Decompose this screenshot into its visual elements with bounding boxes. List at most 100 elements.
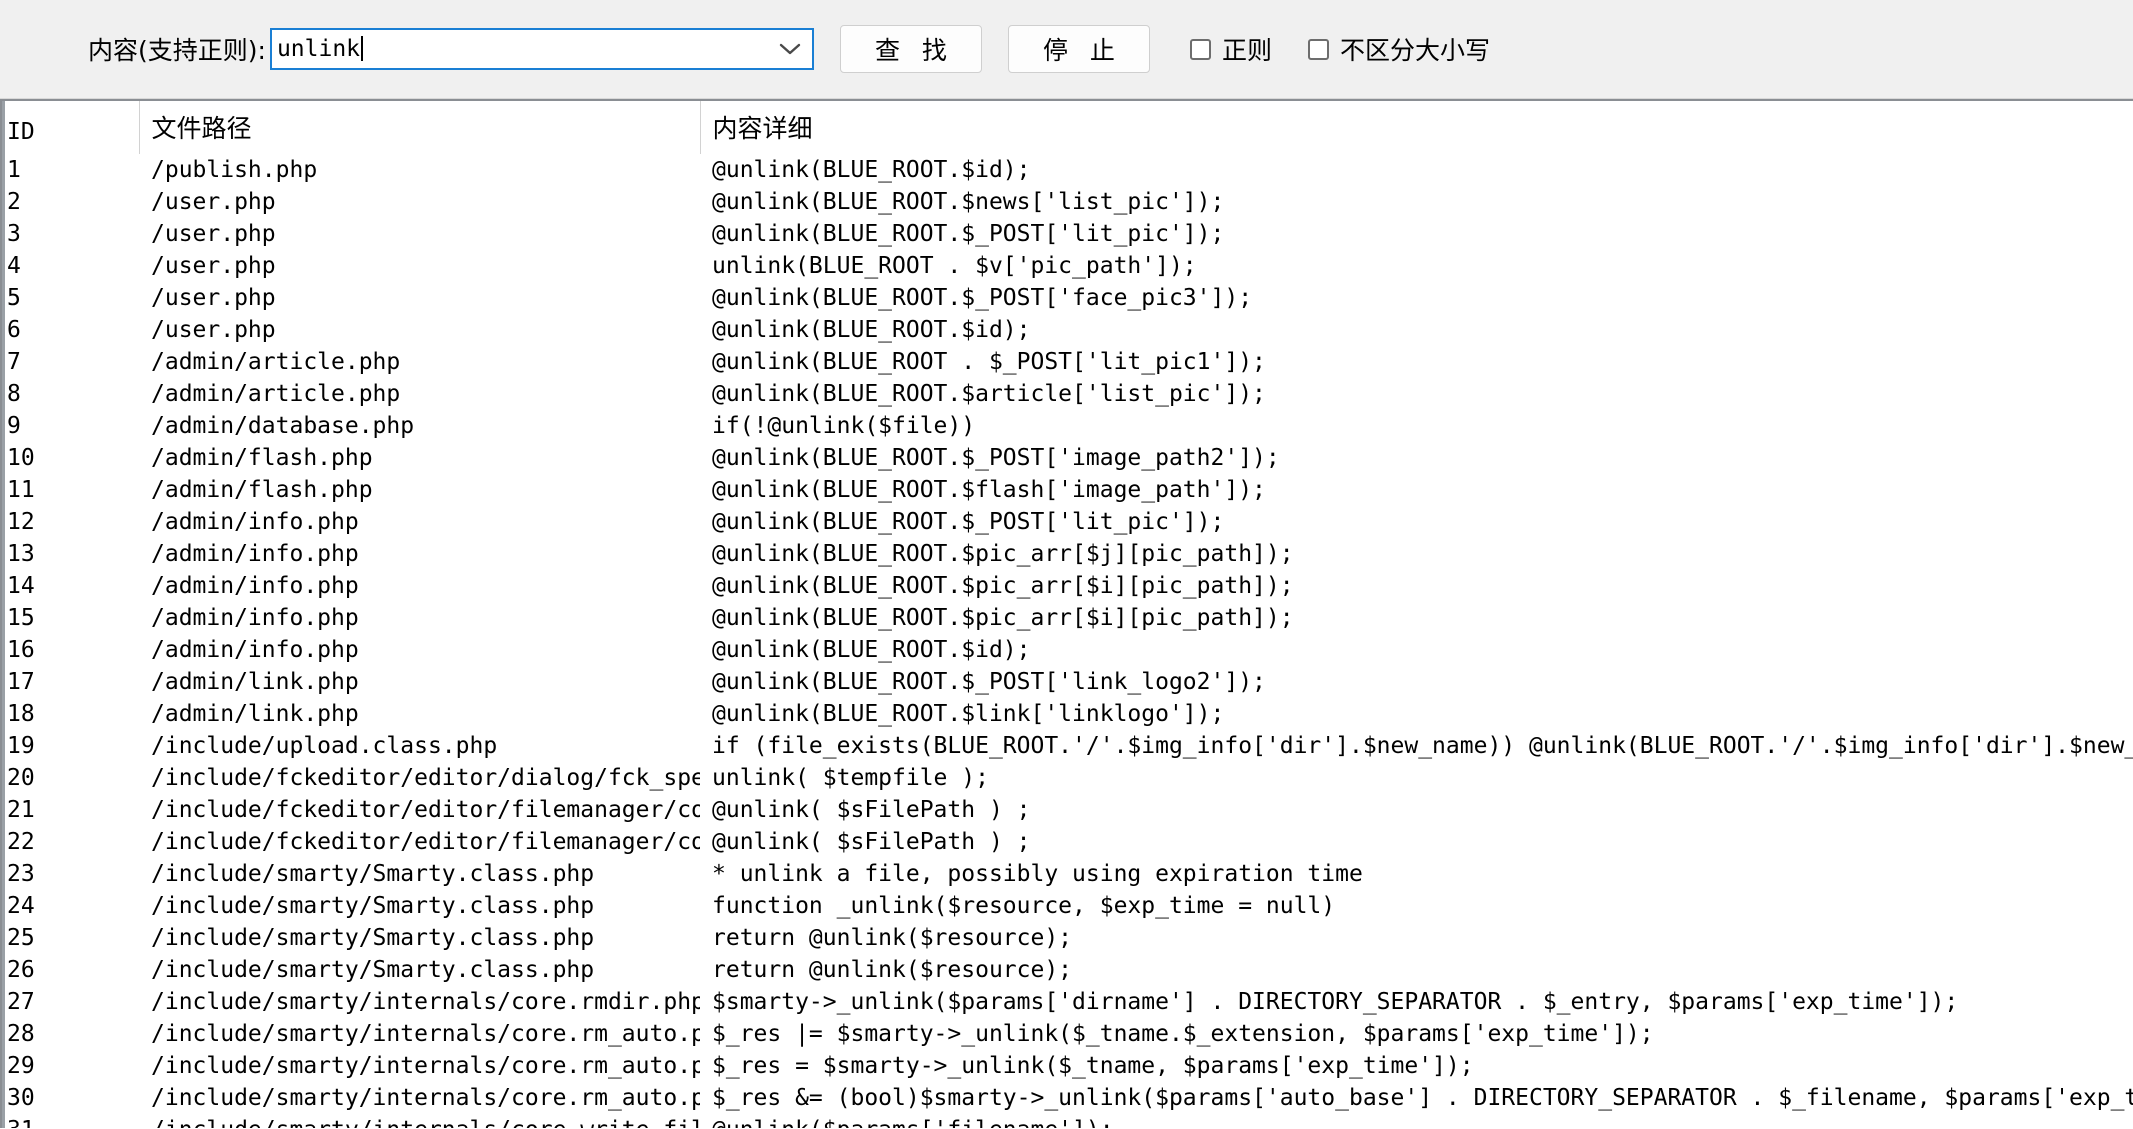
cell-id: 4 <box>7 253 21 279</box>
table-row[interactable]: 4/user.php unlink(BLUE_ROOT . $v['pic_pat… <box>2 250 2133 282</box>
column-header-content[interactable]: 内容详细 <box>699 101 2133 154</box>
cell-content-detail: @unlink(BLUE_ROOT.$_POST['lit_pic']); <box>712 509 1225 535</box>
cell-file-path: /admin/flash.php <box>151 477 373 503</box>
cell-id: 15 <box>7 605 35 631</box>
table-row[interactable]: 1/publish.php @unlink(BLUE_ROOT.$id); <box>2 154 2133 186</box>
cell-id: 7 <box>7 349 21 375</box>
regex-checkbox[interactable] <box>1189 38 1211 60</box>
cell-content-detail: $_res |= $smarty->_unlink($_tname.$_exte… <box>712 1021 1654 1047</box>
cell-file-path: /admin/link.php <box>151 669 359 695</box>
cell-id: 3 <box>7 221 21 247</box>
cell-id: 20 <box>7 765 35 791</box>
column-header-path[interactable]: 文件路径 <box>138 101 700 154</box>
cell-file-path: /admin/info.php <box>151 509 359 535</box>
cell-file-path: /include/smarty/Smarty.class.php <box>151 861 595 887</box>
cell-id: 18 <box>7 701 35 727</box>
search-input-value: unlink <box>276 36 361 62</box>
table-row[interactable]: 30/include/smarty/internals/core.rm_auto… <box>2 1082 2133 1114</box>
table-row[interactable]: 31/include/smarty/internals/core.write_f… <box>2 1114 2133 1128</box>
text-caret <box>361 36 364 61</box>
cell-content-detail: if (file_exists(BLUE_ROOT.'/'.$img_info[… <box>712 733 2133 759</box>
find-button[interactable]: 查 找 <box>839 25 982 73</box>
cell-content-detail: @unlink(BLUE_ROOT.$id); <box>712 637 1031 663</box>
cell-file-path: /user.php <box>151 221 276 247</box>
table-row[interactable]: 14/admin/info.php @unlink(BLUE_ROOT.$pic_… <box>2 570 2133 602</box>
search-input[interactable]: unlink <box>272 36 768 62</box>
cell-id: 17 <box>7 669 35 695</box>
results-table-body: 1/publish.php @unlink(BLUE_ROOT.$id); 2/us… <box>2 154 2133 1128</box>
cell-id: 24 <box>7 893 35 919</box>
cell-file-path: /include/smarty/Smarty.class.php <box>151 957 595 983</box>
cell-file-path: /include/fckeditor/editor/filemanager/co… <box>151 829 700 855</box>
table-row[interactable]: 22/include/fckeditor/editor/filemanager/… <box>2 826 2133 858</box>
ignore-case-checkbox-group[interactable]: 不区分大小写 <box>1307 31 1490 67</box>
cell-content-detail: @unlink( $sFilePath ) ; <box>712 797 1031 823</box>
cell-file-path: /include/smarty/Smarty.class.php <box>151 893 595 919</box>
cell-id: 13 <box>7 541 35 567</box>
table-row[interactable]: 25/include/smarty/Smarty.class.php return… <box>2 922 2133 954</box>
cell-file-path: /user.php <box>151 285 276 311</box>
stop-button[interactable]: 停 止 <box>1007 25 1150 73</box>
table-row[interactable]: 26/include/smarty/Smarty.class.php return… <box>2 954 2133 986</box>
cell-id: 25 <box>7 925 35 951</box>
cell-id: 6 <box>7 317 21 343</box>
cell-content-detail: @unlink(BLUE_ROOT.$_POST['link_logo2']); <box>712 669 1266 695</box>
table-row[interactable]: 8/admin/article.php @unlink(BLUE_ROOT.$ar… <box>2 378 2133 410</box>
table-row[interactable]: 27/include/smarty/internals/core.rmdir.p… <box>2 986 2133 1018</box>
table-row[interactable]: 29/include/smarty/internals/core.rm_auto… <box>2 1050 2133 1082</box>
cell-id: 22 <box>7 829 35 855</box>
cell-content-detail: unlink( $tempfile ); <box>712 765 989 791</box>
search-field-label: 内容(支持正则): <box>88 36 266 65</box>
cell-file-path: /include/smarty/internals/core.write_fil… <box>139 1114 700 1128</box>
table-row[interactable]: 9/admin/database.php if(!@unlink($file)) <box>2 410 2133 442</box>
chevron-down-icon[interactable] <box>768 30 812 68</box>
ignore-case-checkbox[interactable] <box>1307 38 1329 60</box>
table-row[interactable]: 13/admin/info.php @unlink(BLUE_ROOT.$pic_… <box>2 538 2133 570</box>
table-row[interactable]: 15/admin/info.php @unlink(BLUE_ROOT.$pic_… <box>2 602 2133 634</box>
cell-content-detail: @unlink(BLUE_ROOT.$_POST['image_path2'])… <box>712 445 1280 471</box>
cell-file-path: /admin/info.php <box>151 573 359 599</box>
table-row[interactable]: 6/user.php @unlink(BLUE_ROOT.$id); <box>2 314 2133 346</box>
table-row[interactable]: 28/include/smarty/internals/core.rm_auto… <box>2 1018 2133 1050</box>
cell-file-path: /admin/article.php <box>151 381 401 407</box>
cell-id: 5 <box>7 285 21 311</box>
cell-id: 26 <box>7 957 35 983</box>
table-row[interactable]: 12/admin/info.php @unlink(BLUE_ROOT.$_POS… <box>2 506 2133 538</box>
table-row[interactable]: 19/include/upload.class.php if (file_exis… <box>2 730 2133 762</box>
cell-content-detail: unlink(BLUE_ROOT . $v['pic_path']); <box>712 253 1197 279</box>
cell-file-path: /include/upload.class.php <box>151 733 498 759</box>
regex-checkbox-label: 正则 <box>1221 36 1272 65</box>
column-header-id[interactable]: ID <box>2 101 139 154</box>
cell-id: 27 <box>7 989 35 1015</box>
cell-id: 10 <box>7 445 35 471</box>
cell-file-path: /admin/info.php <box>151 637 359 663</box>
table-row[interactable]: 24/include/smarty/Smarty.class.php functi… <box>2 890 2133 922</box>
table-row[interactable]: 18/admin/link.php @unlink(BLUE_ROOT.$link… <box>2 698 2133 730</box>
cell-content-detail: return @unlink($resource); <box>712 957 1073 983</box>
results-table-header: ID 文件路径 内容详细 <box>2 101 2133 154</box>
cell-id: 30 <box>7 1085 35 1111</box>
cell-file-path: /include/smarty/internals/core.rm_auto.p… <box>151 1021 700 1047</box>
cell-content-detail: @unlink(BLUE_ROOT.$id); <box>712 317 1031 343</box>
table-row[interactable]: 2/user.php @unlink(BLUE_ROOT.$news['list_… <box>2 186 2133 218</box>
search-combobox[interactable]: unlink <box>269 28 814 70</box>
table-row[interactable]: 21/include/fckeditor/editor/filemanager/… <box>2 794 2133 826</box>
table-row[interactable]: 7/admin/article.php @unlink(BLUE_ROOT . $… <box>2 346 2133 378</box>
cell-content-detail: @unlink(BLUE_ROOT.$pic_arr[$i][pic_path]… <box>712 605 1294 631</box>
cell-content-detail: * unlink a file, possibly using expirati… <box>712 861 1363 887</box>
regex-checkbox-group[interactable]: 正则 <box>1189 31 1272 67</box>
cell-id: 12 <box>7 509 35 535</box>
table-row[interactable]: 16/admin/info.php @unlink(BLUE_ROOT.$id); <box>2 634 2133 666</box>
cell-content-detail: @unlink(BLUE_ROOT.$pic_arr[$j][pic_path]… <box>712 541 1294 567</box>
table-row[interactable]: 23/include/smarty/Smarty.class.php * unli… <box>2 858 2133 890</box>
table-row[interactable]: 17/admin/link.php @unlink(BLUE_ROOT.$_POS… <box>2 666 2133 698</box>
table-row[interactable]: 3/user.php @unlink(BLUE_ROOT.$_POST['lit_… <box>2 218 2133 250</box>
cell-content-detail: $_res = $smarty->_unlink($_tname, $param… <box>712 1053 1474 1079</box>
table-row[interactable]: 11/admin/flash.php @unlink(BLUE_ROOT.$fla… <box>2 474 2133 506</box>
table-row[interactable]: 5/user.php @unlink(BLUE_ROOT.$_POST['face… <box>2 282 2133 314</box>
table-row[interactable]: 10/admin/flash.php @unlink(BLUE_ROOT.$_PO… <box>2 442 2133 474</box>
cell-file-path: /admin/flash.php <box>151 445 373 471</box>
cell-content-detail: @unlink(BLUE_ROOT.$news['list_pic']); <box>712 189 1225 215</box>
cell-content-detail: @unlink(BLUE_ROOT.$link['linklogo']); <box>712 701 1225 727</box>
table-row[interactable]: 20/include/fckeditor/editor/dialog/fck_s… <box>2 762 2133 794</box>
